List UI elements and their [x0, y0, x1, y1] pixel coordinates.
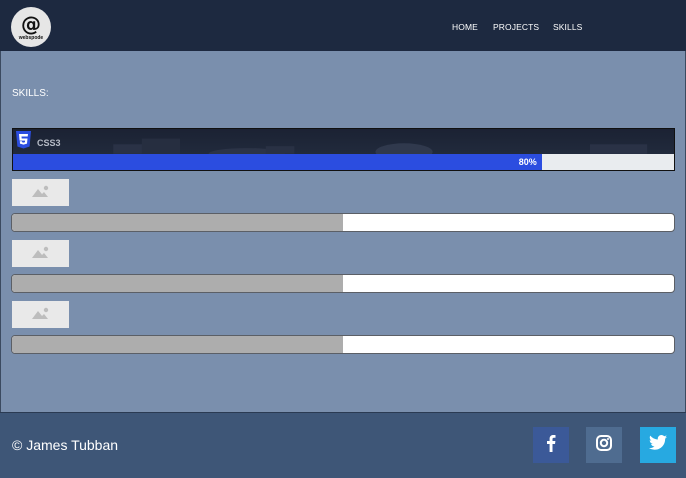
twitter-icon: [649, 435, 667, 455]
skill-image-1: [12, 179, 69, 206]
image-placeholder-icon: [31, 245, 50, 263]
skill-image-2: [12, 240, 69, 267]
skill-card-css3: CSS3 80%: [12, 128, 675, 171]
skill-image-3: [12, 301, 69, 328]
skill-progress-fill-3: [12, 336, 343, 353]
site-header: @ webspode HOME PROJECTS SKILLS: [0, 0, 686, 51]
page-frame: [0, 0, 686, 478]
logo[interactable]: @ webspode: [11, 7, 51, 47]
facebook-link[interactable]: [533, 427, 569, 463]
skills-heading: SKILLS:: [12, 88, 49, 99]
image-placeholder-icon: [31, 184, 50, 202]
facebook-icon: [546, 434, 556, 457]
site-footer: © James Tubban: [0, 412, 686, 478]
skill-progress-fill-1: [12, 214, 343, 231]
logo-symbol: @: [21, 11, 41, 36]
instagram-link[interactable]: [586, 427, 622, 463]
nav-projects[interactable]: PROJECTS: [493, 22, 539, 32]
logo-text: webspode: [18, 34, 44, 41]
skill-progress-css3: 80%: [13, 154, 674, 170]
nav-skills[interactable]: SKILLS: [553, 22, 582, 32]
skill-progress-2: [11, 274, 675, 293]
skill-progress-fill-css3: 80%: [13, 154, 542, 170]
copyright-text: © James Tubban: [12, 437, 119, 453]
image-placeholder-icon: [31, 306, 50, 324]
skill-progress-1: [11, 213, 675, 232]
skill-progress-3: [11, 335, 675, 354]
instagram-icon: [596, 434, 612, 456]
skill-badge-css3: CSS3: [15, 131, 61, 154]
twitter-link[interactable]: [640, 427, 676, 463]
nav-home[interactable]: HOME: [452, 22, 478, 32]
css3-icon: [15, 131, 32, 154]
skill-progress-label-css3: 80%: [518, 157, 537, 167]
skill-name-css3: CSS3: [37, 137, 61, 148]
skill-progress-fill-2: [12, 275, 343, 292]
